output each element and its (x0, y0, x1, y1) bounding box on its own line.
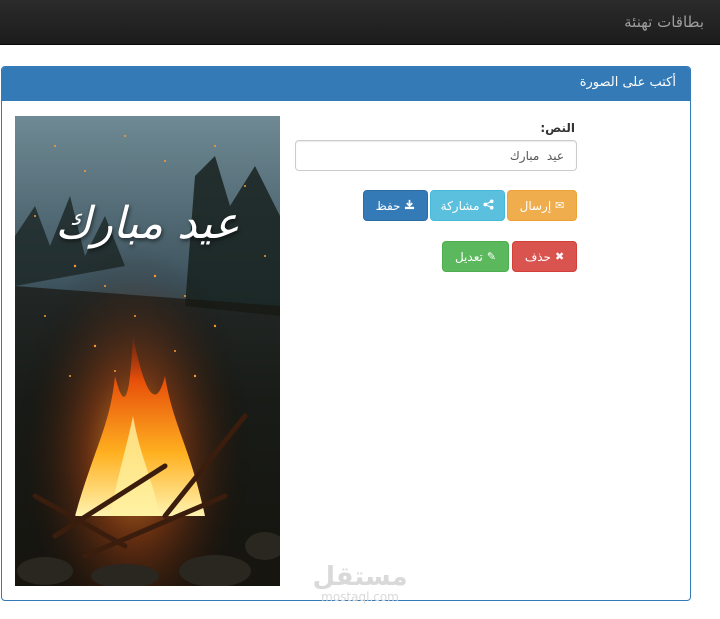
edit-button[interactable]: ✎ تعديل (442, 241, 509, 272)
edit-button-label: تعديل (454, 249, 483, 264)
download-icon (404, 199, 415, 212)
share-button[interactable]: مشاركة (430, 190, 505, 221)
close-icon: ✖ (554, 250, 565, 263)
delete-button-label: حذف (524, 249, 551, 264)
save-button[interactable]: حفظ (363, 190, 428, 221)
share-icon (483, 199, 494, 212)
send-button[interactable]: ✉ إرسال (507, 190, 577, 221)
navbar: بطاقات تهنئة (0, 0, 720, 45)
write-on-image-panel: أكتب على الصورة عيد مبارك النص: عيد مبار… (1, 66, 691, 601)
navbar-brand[interactable]: بطاقات تهنئة (624, 13, 704, 31)
delete-button[interactable]: ✖ حذف (512, 241, 577, 272)
save-button-label: حفظ (375, 198, 401, 213)
text-field-label: النص: (540, 121, 575, 135)
send-button-label: إرسال (519, 198, 552, 213)
panel-title: أكتب على الصورة (2, 67, 690, 101)
envelope-icon: ✉ (555, 199, 565, 212)
campfire-illustration (15, 116, 280, 586)
greeting-card-image: عيد مبارك (15, 116, 280, 586)
card-overlay-text: عيد مبارك (55, 198, 240, 249)
pencil-icon: ✎ (486, 250, 497, 263)
share-button-label: مشاركة (440, 198, 480, 213)
card-text-input[interactable] (295, 140, 577, 171)
